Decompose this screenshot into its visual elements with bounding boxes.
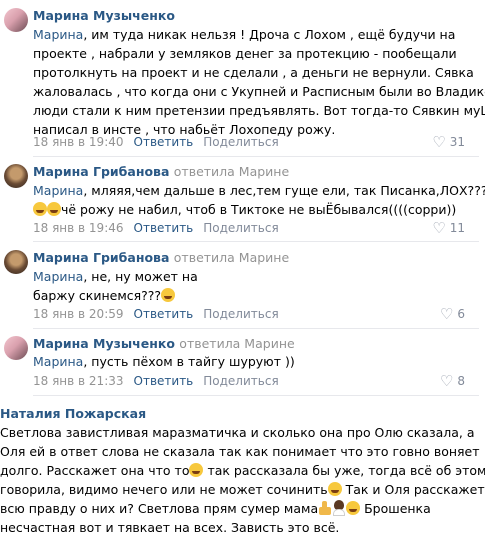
- heart-icon: ♡: [439, 372, 454, 390]
- rofl-emoji-icon: [346, 501, 361, 515]
- mention-link[interactable]: Марина: [33, 27, 83, 42]
- author-name[interactable]: Марина Музыченко: [33, 336, 175, 351]
- reply-button[interactable]: Ответить: [134, 374, 194, 388]
- avatar[interactable]: [4, 164, 28, 188]
- woman-icon: [332, 500, 346, 516]
- rofl-emoji-icon: [33, 202, 47, 216]
- share-button[interactable]: Поделиться: [203, 374, 278, 388]
- rofl-emoji-icon: [161, 288, 176, 302]
- comment-meta: 18 янв в 19:46 Ответить Поделиться: [33, 219, 279, 238]
- comment-text: Марина, не, ну может на баржу скинемся??…: [33, 269, 198, 303]
- timestamp[interactable]: 18 янв в 19:46: [33, 221, 124, 235]
- timestamp[interactable]: 18 янв в 19:40: [33, 135, 124, 149]
- replied-to[interactable]: ответила Марине: [174, 164, 289, 179]
- reply-button[interactable]: Ответить: [134, 307, 194, 321]
- like-count: 31: [449, 135, 465, 149]
- timestamp[interactable]: 18 янв в 20:59: [33, 307, 124, 321]
- thumbs-up-icon: [318, 501, 332, 515]
- reply-button[interactable]: Ответить: [134, 135, 194, 149]
- share-button[interactable]: Поделиться: [203, 307, 278, 321]
- comment-text: Светлова завистливая маразматичка и скол…: [0, 425, 485, 535]
- author-name[interactable]: Наталия Пожарская: [0, 406, 146, 421]
- mention-link[interactable]: Марина: [33, 354, 83, 369]
- heart-icon: ♡: [432, 133, 446, 151]
- divider: [33, 395, 479, 396]
- rofl-emoji-icon: [327, 482, 342, 496]
- author-name[interactable]: Марина Музыченко: [33, 8, 175, 23]
- divider: [33, 328, 479, 329]
- avatar[interactable]: [4, 336, 28, 360]
- rofl-emoji-icon: [189, 463, 204, 477]
- share-button[interactable]: Поделиться: [203, 221, 278, 235]
- reply-button[interactable]: Ответить: [134, 221, 194, 235]
- comment-text: Марина, пусть пёхом в тайгу шуруют )): [33, 354, 295, 369]
- author-name[interactable]: Марина Грибанова: [33, 164, 169, 179]
- avatar[interactable]: [4, 250, 28, 274]
- rofl-emoji-icon: [47, 202, 61, 216]
- heart-icon: ♡: [432, 219, 446, 237]
- author-name[interactable]: Марина Грибанова: [33, 250, 169, 265]
- like-button[interactable]: ♡ 8: [440, 372, 465, 391]
- comment-meta: 18 янв в 21:33 Ответить Поделиться: [33, 372, 279, 391]
- replied-to[interactable]: ответила Марине: [179, 336, 294, 351]
- timestamp[interactable]: 18 янв в 21:33: [33, 374, 124, 388]
- replied-to[interactable]: ответила Марине: [174, 250, 289, 265]
- like-count: 6: [457, 307, 465, 321]
- divider: [33, 241, 479, 242]
- like-count: 11: [449, 221, 465, 235]
- comment-meta: 18 янв в 19:40 Ответить Поделиться: [33, 133, 279, 152]
- comment-text: Марина, им туда никак нельзя ! Дроча с Л…: [33, 27, 485, 137]
- like-button[interactable]: ♡ 31: [432, 133, 465, 152]
- mention-link[interactable]: Марина: [33, 269, 83, 284]
- like-count: 8: [457, 374, 465, 388]
- comment-text: Марина, мляяя,чем дальше в лес,тем гуще …: [33, 183, 485, 217]
- like-button[interactable]: ♡ 6: [440, 305, 465, 324]
- avatar[interactable]: [4, 8, 28, 32]
- mention-link[interactable]: Марина: [33, 183, 83, 198]
- heart-icon: ♡: [439, 305, 454, 323]
- like-button[interactable]: ♡ 11: [432, 219, 465, 238]
- divider: [33, 156, 479, 157]
- share-button[interactable]: Поделиться: [203, 135, 278, 149]
- comment-meta: 18 янв в 20:59 Ответить Поделиться: [33, 305, 279, 324]
